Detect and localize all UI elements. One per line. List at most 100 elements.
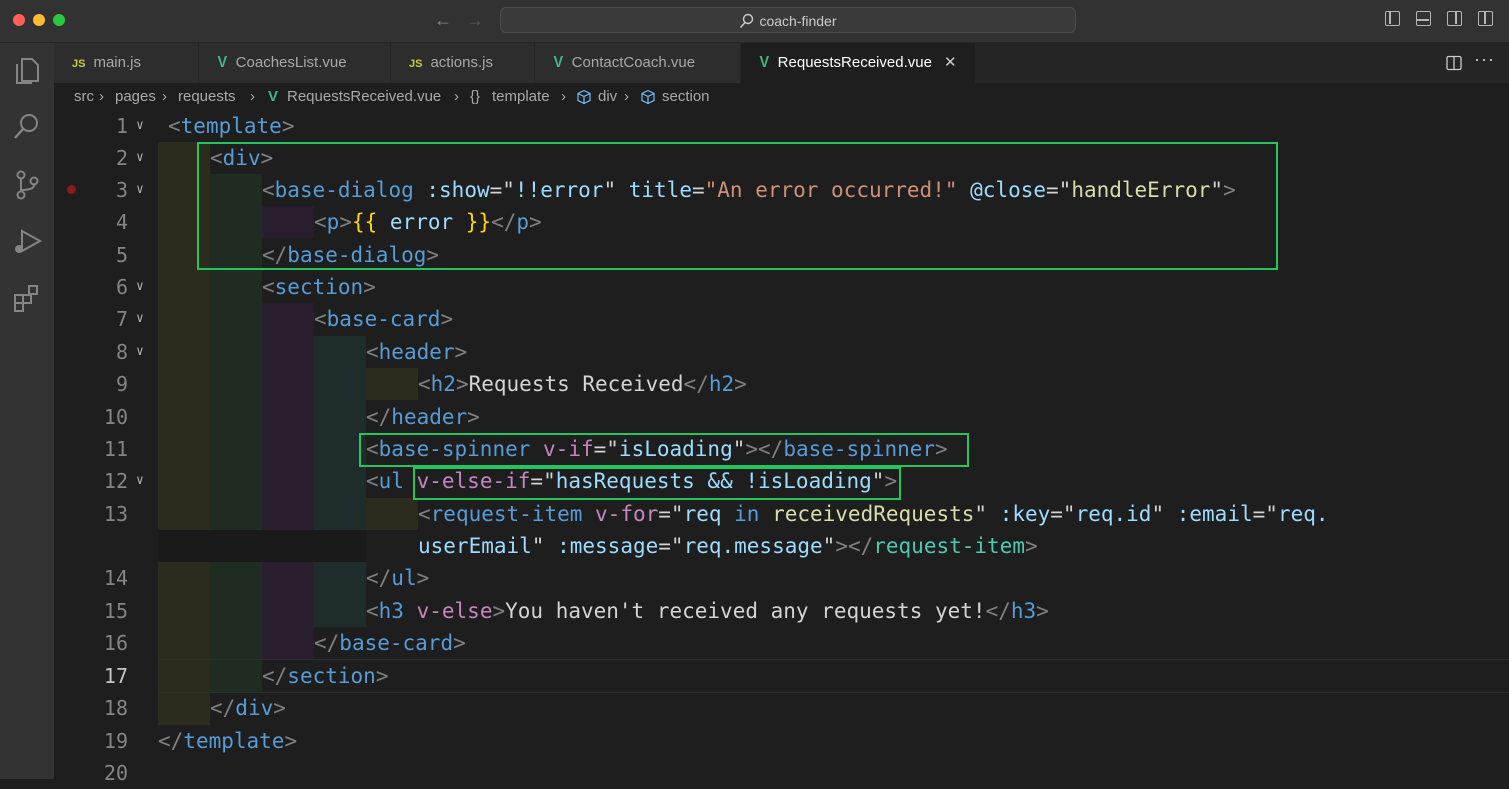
current-line-border <box>158 692 1509 693</box>
vue-file-icon: V <box>217 54 228 71</box>
breadcrumb-item[interactable]: section <box>662 83 710 111</box>
vue-file-icon: V <box>553 54 564 71</box>
line-number: 12 <box>103 469 128 493</box>
code-line[interactable]: </ul> <box>158 562 429 594</box>
element-cube-icon <box>577 89 591 105</box>
title-bar: ← → coach-finder <box>0 0 1509 43</box>
search-icon[interactable] <box>9 109 45 145</box>
breadcrumb-separator-icon: › <box>454 88 459 105</box>
customize-layout-icon[interactable] <box>1478 11 1493 26</box>
line-number: 3 <box>115 178 128 202</box>
fold-chevron-icon[interactable]: ∨ <box>136 110 144 142</box>
line-number: 1 <box>115 114 128 138</box>
element-cube-icon <box>641 89 655 105</box>
command-center-search[interactable]: coach-finder <box>500 7 1076 33</box>
highlight-box-base-spinner <box>359 433 969 467</box>
search-icon <box>740 13 754 28</box>
split-editor-icon[interactable] <box>1446 55 1462 71</box>
line-number: 10 <box>103 405 128 429</box>
back-arrow-icon[interactable]: ← <box>434 10 452 31</box>
line-number: 11 <box>103 437 128 461</box>
fold-chevron-icon[interactable]: ∨ <box>136 174 144 206</box>
code-line[interactable]: <request-item v-for="req in receivedRequ… <box>158 498 1329 530</box>
breadcrumb-separator-icon: › <box>561 88 566 105</box>
code-line[interactable]: </template> <box>158 725 297 757</box>
breadcrumb-item[interactable]: requests <box>178 83 236 111</box>
run-debug-icon[interactable] <box>9 223 45 259</box>
line-number: 13 <box>103 502 128 526</box>
tab-actions-js[interactable]: JS actions.js <box>391 43 535 83</box>
highlight-box-base-dialog <box>197 142 1278 270</box>
fold-chevron-icon[interactable]: ∨ <box>136 336 144 368</box>
line-number: 4 <box>115 210 128 234</box>
line-number: 2 <box>115 146 128 170</box>
line-number: 8 <box>115 340 128 364</box>
highlight-box-v-else-if <box>413 467 901 500</box>
line-number: 7 <box>115 307 128 331</box>
line-number: 18 <box>103 696 128 720</box>
line-number: 19 <box>103 729 128 753</box>
fold-chevron-icon[interactable]: ∨ <box>136 465 144 497</box>
breadcrumb-item[interactable]: div <box>598 83 617 111</box>
more-actions-icon[interactable]: ··· <box>1474 49 1495 70</box>
line-number: 20 <box>103 761 128 785</box>
toggle-panel-icon[interactable] <box>1416 11 1431 26</box>
breadcrumb-separator-icon: › <box>99 88 104 105</box>
tab-coacheslist-vue[interactable]: V CoachesList.vue <box>199 43 391 83</box>
toggle-primary-sidebar-icon[interactable] <box>1385 11 1400 26</box>
breadcrumb-item[interactable]: pages <box>115 83 156 111</box>
code-line[interactable]: </header> <box>158 401 480 433</box>
javascript-file-icon: JS <box>72 58 86 70</box>
line-number: 9 <box>115 372 128 396</box>
code-line-current[interactable]: </section> <box>158 660 388 692</box>
activity-bar <box>0 43 54 779</box>
tab-label: actions.js <box>430 54 493 71</box>
code-line[interactable]: <section> <box>158 271 376 303</box>
breadcrumb-item[interactable]: template <box>492 83 550 111</box>
zoom-window-button[interactable] <box>53 14 65 26</box>
braces-icon: {} <box>470 88 481 105</box>
tab-requestsreceived-vue[interactable]: V RequestsReceived.vue ✕ <box>741 43 976 83</box>
close-tab-icon[interactable]: ✕ <box>944 54 957 71</box>
vue-file-icon: V <box>759 54 770 71</box>
fold-chevron-icon[interactable]: ∨ <box>136 142 144 174</box>
breadcrumb-separator-icon: › <box>250 88 255 105</box>
tab-label: RequestsReceived.vue <box>777 54 932 71</box>
extensions-icon[interactable] <box>9 281 45 317</box>
line-number: 5 <box>115 243 128 267</box>
code-line[interactable]: <h3 v-else>You haven't received any requ… <box>158 595 1049 627</box>
tab-label: main.js <box>93 54 141 71</box>
breadcrumb: src › pages › requests › V RequestsRecei… <box>54 83 1509 111</box>
tab-label: ContactCoach.vue <box>571 54 696 71</box>
line-number: 15 <box>103 599 128 623</box>
fold-chevron-icon[interactable]: ∨ <box>136 303 144 335</box>
line-number: 16 <box>103 631 128 655</box>
toggle-secondary-sidebar-icon[interactable] <box>1447 11 1462 26</box>
code-line[interactable]: <template> <box>158 110 294 142</box>
code-line[interactable]: <header> <box>158 336 467 368</box>
breadcrumb-separator-icon: › <box>624 88 629 105</box>
javascript-file-icon: JS <box>409 58 423 70</box>
tab-main-js[interactable]: JS main.js <box>54 43 199 83</box>
breadcrumb-item[interactable]: src <box>74 83 94 111</box>
breadcrumb-separator-icon: › <box>162 88 167 105</box>
line-number-current: 17 <box>103 664 128 688</box>
code-line[interactable]: <h2>Requests Received</h2> <box>158 368 747 400</box>
source-control-icon[interactable] <box>9 167 45 203</box>
tab-contactcoach-vue[interactable]: V ContactCoach.vue <box>535 43 741 83</box>
fold-chevron-icon[interactable]: ∨ <box>136 271 144 303</box>
line-number: 14 <box>103 566 128 590</box>
code-line-wrapped[interactable]: userEmail" :message="req.message"></requ… <box>158 530 1038 562</box>
code-line[interactable]: </div> <box>158 692 286 724</box>
code-line[interactable]: <base-card> <box>158 303 453 335</box>
breadcrumb-item[interactable]: RequestsReceived.vue <box>287 83 441 111</box>
minimize-window-button[interactable] <box>33 14 45 26</box>
explorer-icon[interactable] <box>9 53 45 89</box>
line-number: 6 <box>115 275 128 299</box>
vue-file-icon: V <box>268 88 279 105</box>
close-window-button[interactable] <box>13 14 25 26</box>
code-editor[interactable]: 1 2 3 4 5 6 7 8 9 10 11 12 13 14 15 16 1… <box>54 110 1509 785</box>
tab-label: CoachesList.vue <box>235 54 347 71</box>
forward-arrow-icon[interactable]: → <box>466 10 484 31</box>
code-line[interactable]: </base-card> <box>158 627 466 659</box>
